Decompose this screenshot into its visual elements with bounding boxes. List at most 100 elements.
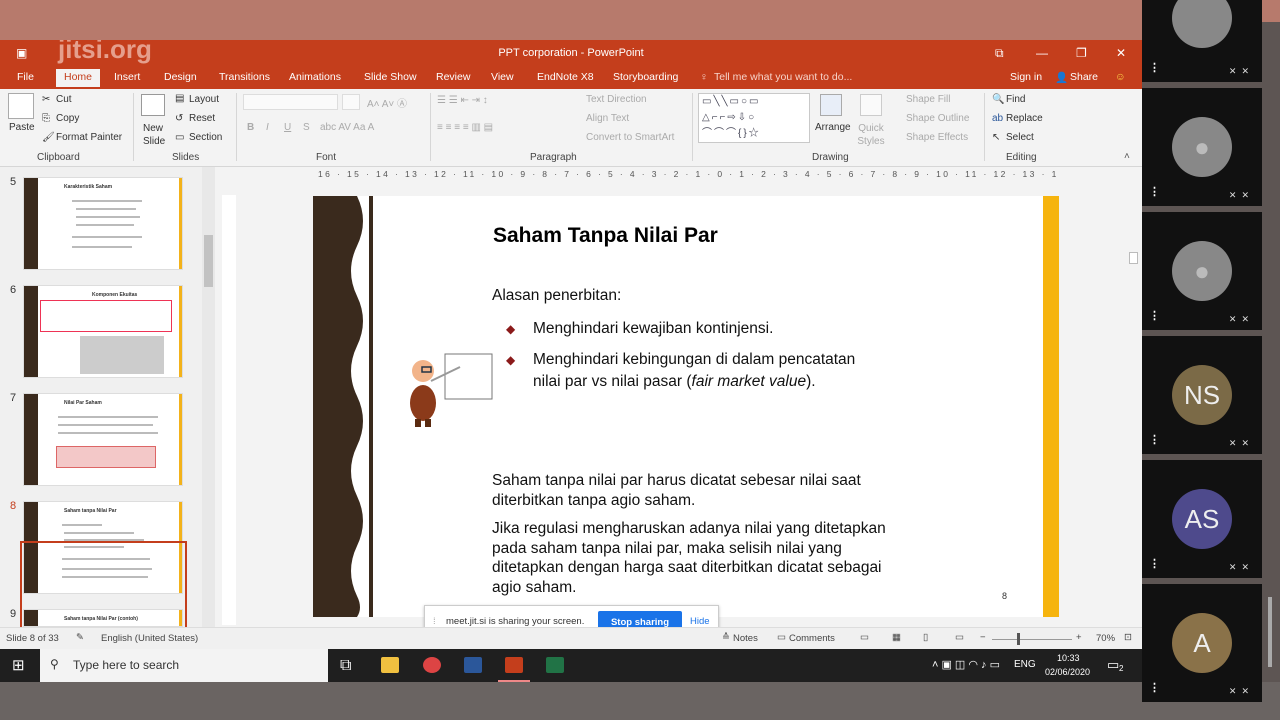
notification-icon[interactable]: ▭ — [1107, 657, 1119, 673]
align-text-button[interactable]: Align Text — [586, 113, 629, 124]
shapes-gallery[interactable]: ▭╲╲▭○▭ △⌐⌐⇨⇩○ ⌒⌒⌒{}☆ — [698, 93, 810, 143]
smiley-icon[interactable]: ☺ — [1115, 71, 1126, 83]
tab-transitions[interactable]: Transitions — [219, 71, 270, 83]
tab-file[interactable]: File — [17, 71, 34, 83]
chrome-icon[interactable] — [423, 657, 441, 673]
share-button[interactable]: Share — [1070, 71, 1098, 83]
reading-view-icon[interactable]: ▯ — [923, 632, 928, 643]
arrange-icon[interactable] — [820, 94, 842, 116]
clock-date[interactable]: 02/06/2020 — [1045, 667, 1090, 677]
slide-thumbnail-6[interactable]: Komponen Ekuitas — [23, 285, 183, 378]
zoom-out-icon[interactable]: − — [980, 632, 986, 643]
copy-button[interactable]: Copy — [56, 113, 79, 124]
collapse-ribbon-icon[interactable]: ˄ — [1124, 151, 1130, 162]
tell-me-search[interactable]: Tell me what you want to do... — [714, 71, 852, 83]
zoom-slider-thumb[interactable] — [1017, 633, 1020, 645]
more-options-icon[interactable]: ⋮ — [1149, 681, 1160, 694]
comments-button[interactable]: Comments — [789, 633, 835, 644]
convert-smartart-button[interactable]: Convert to SmartArt — [586, 132, 674, 143]
tab-design[interactable]: Design — [164, 71, 197, 83]
new-slide-button[interactable]: New Slide — [143, 122, 171, 148]
participant-tile[interactable]: ● ⋮ ✕✕ — [1142, 212, 1262, 330]
tab-review[interactable]: Review — [436, 71, 470, 83]
normal-view-icon[interactable]: ▭ — [860, 632, 869, 643]
find-button[interactable]: Find — [1006, 94, 1025, 105]
word-icon[interactable] — [464, 657, 482, 673]
tab-animations[interactable]: Animations — [289, 71, 341, 83]
bold-button[interactable]: B — [247, 122, 254, 133]
paste-button[interactable]: Paste — [9, 122, 35, 133]
drag-handle-icon[interactable]: ⁞ — [433, 616, 436, 627]
notes-button[interactable]: Notes — [733, 633, 758, 644]
more-options-icon[interactable]: ⋮ — [1149, 61, 1160, 74]
more-options-icon[interactable]: ⋮ — [1149, 557, 1160, 570]
arrange-button[interactable]: Arrange — [815, 122, 851, 133]
ribbon-display-icon[interactable]: ⧉ — [995, 46, 1004, 61]
participant-tile[interactable]: ⋮ ✕✕ — [1142, 0, 1262, 82]
fit-slide-icon[interactable]: ⊡ — [1124, 632, 1132, 643]
language-label[interactable]: English (United States) — [101, 633, 198, 644]
participant-tile[interactable]: NS ⋮ ✕✕ — [1142, 336, 1262, 454]
more-options-icon[interactable]: ⋮ — [1149, 185, 1160, 198]
tab-insert[interactable]: Insert — [114, 71, 140, 83]
slide-thumbnail-7[interactable]: Nilai Par Saham — [23, 393, 183, 486]
zoom-slider[interactable] — [992, 639, 1072, 640]
font-size-box[interactable] — [342, 94, 360, 110]
tab-view[interactable]: View — [491, 71, 514, 83]
filmstrip-scrollbar[interactable] — [1268, 597, 1272, 667]
select-button[interactable]: Select — [1006, 132, 1034, 143]
tab-endnote[interactable]: EndNote X8 — [537, 71, 594, 83]
slideshow-icon[interactable]: ▭ — [955, 632, 964, 643]
task-view-icon[interactable]: ⧉ — [340, 657, 351, 675]
zoom-level[interactable]: 70% — [1096, 633, 1115, 644]
tray-icons[interactable]: ˄ ▣ ◫ ◠ ♪ ▭ — [932, 658, 1000, 671]
italic-button[interactable]: I — [266, 122, 269, 133]
tab-storyboarding[interactable]: Storyboarding — [613, 71, 678, 83]
maximize-icon[interactable]: ❐ — [1076, 46, 1087, 60]
zoom-in-icon[interactable]: + — [1076, 632, 1082, 643]
windows-start-icon[interactable]: ⊞ — [12, 656, 25, 674]
tab-slide-show[interactable]: Slide Show — [364, 71, 417, 83]
spellcheck-icon[interactable]: ✎ — [76, 632, 84, 643]
reset-button[interactable]: Reset — [189, 113, 215, 124]
clock-time[interactable]: 10:33 — [1057, 653, 1080, 663]
list-icons[interactable]: ☰ ☰ ⇤ ⇥ ↕ — [437, 95, 488, 106]
more-options-icon[interactable]: ⋮ — [1149, 433, 1160, 446]
paste-icon[interactable] — [8, 93, 34, 119]
language-indicator[interactable]: ENG — [1014, 659, 1036, 670]
slide-thumbnail-9[interactable]: Saham tanpa Nilai Par (contoh) — [23, 609, 183, 627]
more-options-icon[interactable]: ⋮ — [1149, 309, 1160, 322]
quick-styles-button[interactable]: Quick Styles — [856, 122, 886, 148]
shape-outline-button[interactable]: Shape Outline — [906, 113, 969, 124]
shape-fill-button[interactable]: Shape Fill — [906, 94, 950, 105]
underline-button[interactable]: U — [284, 122, 291, 133]
minimize-icon[interactable]: — — [1036, 46, 1048, 60]
slide-canvas[interactable]: Saham Tanpa Nilai Par Alasan penerbitan:… — [313, 196, 1059, 617]
layout-button[interactable]: Layout — [189, 94, 219, 105]
file-explorer-icon[interactable] — [381, 657, 399, 673]
participant-tile[interactable]: A ⋮ ✕✕ — [1142, 584, 1262, 702]
hide-button[interactable]: Hide — [690, 616, 710, 627]
taskbar-search[interactable]: ⚲ Type here to search — [40, 649, 328, 682]
font-name-box[interactable] — [243, 94, 338, 110]
font-size-controls-icon[interactable]: A˄ A˅ Ⓐ — [367, 95, 407, 110]
task-pane-handle[interactable] — [1129, 252, 1138, 264]
replace-button[interactable]: Replace — [1006, 113, 1043, 124]
close-icon[interactable]: ✕ — [1116, 46, 1126, 60]
thumbnail-scrollbar[interactable] — [202, 167, 215, 627]
text-direction-button[interactable]: Text Direction — [586, 94, 647, 105]
cut-button[interactable]: Cut — [56, 94, 72, 105]
powerpoint-icon[interactable] — [505, 657, 523, 673]
format-painter-button[interactable]: Format Painter — [56, 132, 122, 143]
strike-button[interactable]: S — [303, 122, 310, 133]
participant-tile[interactable]: ● ⋮ ✕✕ — [1142, 88, 1262, 206]
shape-effects-button[interactable]: Shape Effects — [906, 132, 968, 143]
section-button[interactable]: Section — [189, 132, 222, 143]
participant-tile[interactable]: AS ⋮ ✕✕ — [1142, 460, 1262, 578]
align-icons[interactable]: ≡ ≡ ≡ ≡ ▥ ▤ — [437, 122, 493, 133]
tab-home[interactable]: Home — [56, 69, 101, 87]
slide-sorter-icon[interactable]: ▦ — [892, 632, 901, 643]
font-effects-icon[interactable]: abc AV Aa A — [320, 122, 374, 133]
quick-styles-icon[interactable] — [860, 94, 882, 116]
sign-in-link[interactable]: Sign in — [1010, 71, 1042, 83]
